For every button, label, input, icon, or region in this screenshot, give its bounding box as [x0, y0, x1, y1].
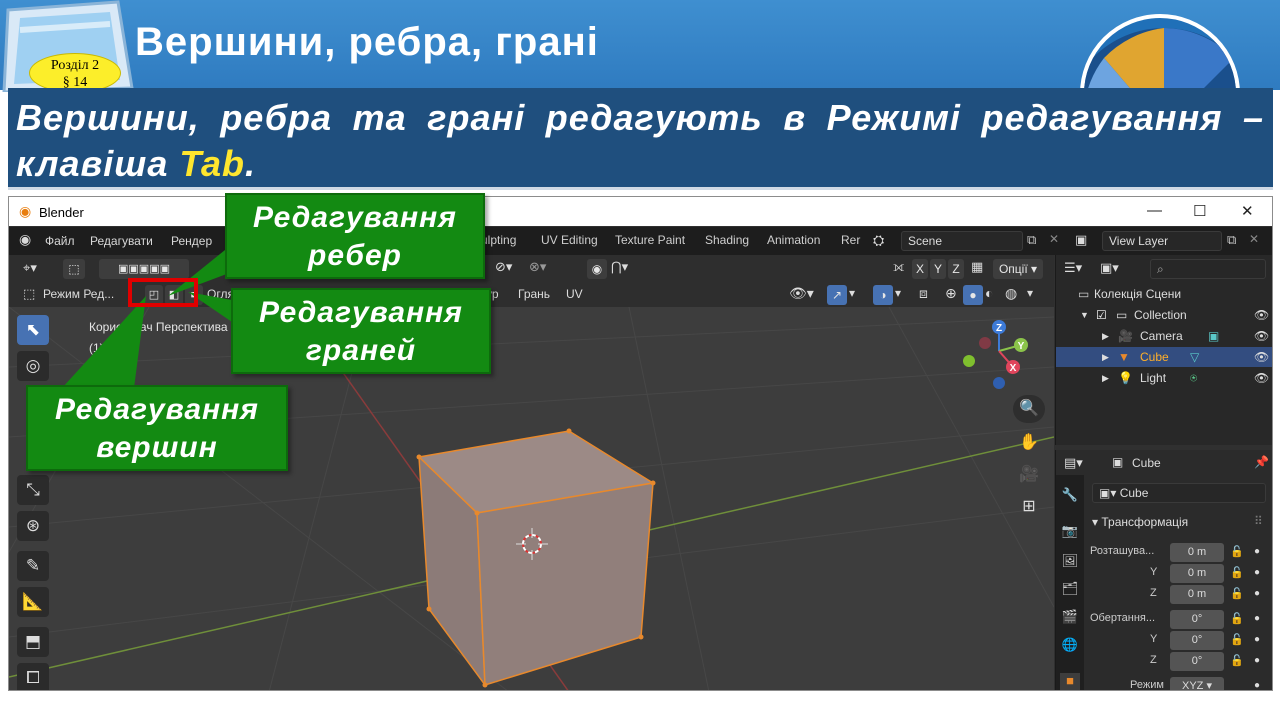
callout-face-editing: Редагування граней [231, 288, 491, 374]
vertices-pointer [62, 296, 146, 388]
callout-edge-editing: Редагування ребер [225, 193, 485, 279]
selection-mode-highlight [128, 278, 198, 307]
callout-pointers [62, 250, 232, 388]
callout-vertex-editing: Редагування вершин [26, 385, 288, 471]
